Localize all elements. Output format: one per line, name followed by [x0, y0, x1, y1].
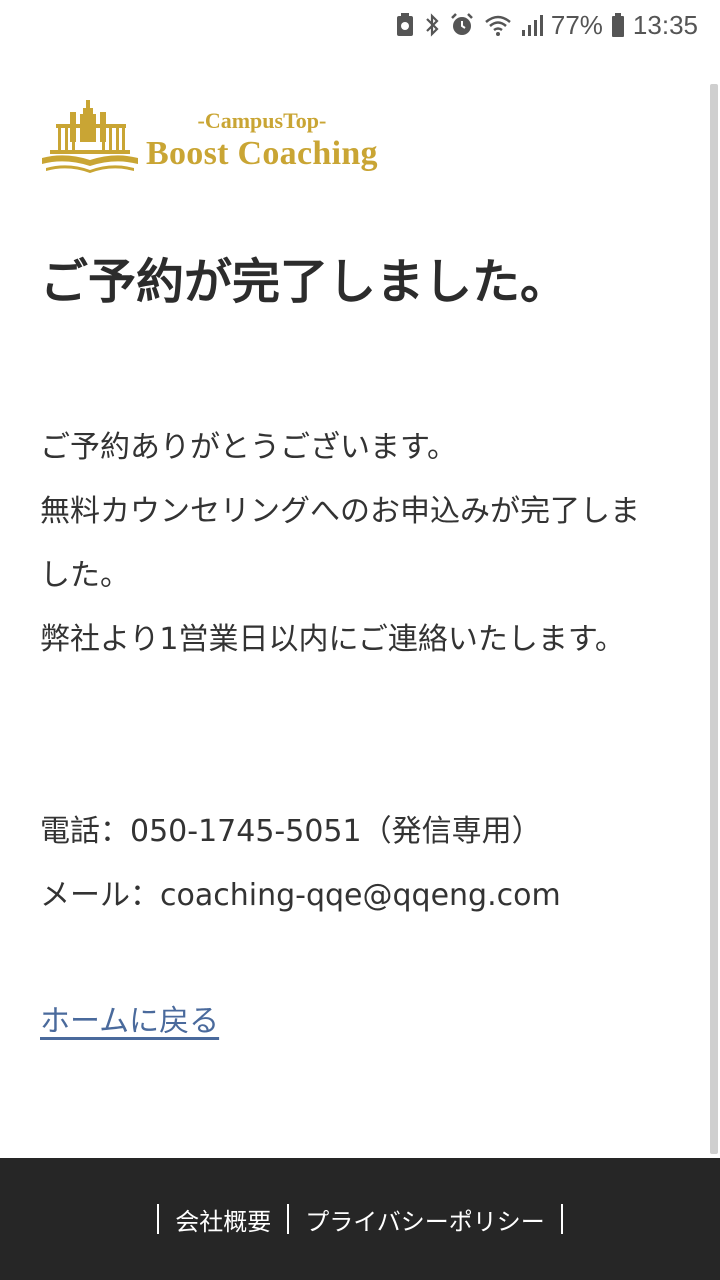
cell-signal-icon — [521, 12, 543, 38]
clock: 13:35 — [632, 9, 698, 40]
footer-nav: 会社概要 プライバシーポリシー — [157, 1202, 563, 1237]
wifi-icon — [483, 12, 513, 38]
scrollbar[interactable] — [710, 84, 718, 1154]
footer-link-company[interactable]: 会社概要 — [159, 1202, 287, 1237]
brand-name: Boost Coaching — [146, 135, 378, 172]
contact-info: 電話：050-1745-5051（発信専用） メール：coaching-qqe@… — [40, 800, 680, 928]
confirmation-message: ご予約ありがとうございます。 無料カウンセリングへのお申込みが完了しました。 弊… — [40, 416, 660, 672]
recycle-notification-icon — [395, 12, 415, 38]
battery-percent: 77% — [550, 9, 603, 40]
footer-link-privacy[interactable]: プライバシーポリシー — [289, 1202, 561, 1237]
status-bar: 77% 13:35 — [0, 0, 720, 50]
message-line-thanks: ご予約ありがとうございます。 — [40, 430, 457, 465]
message-line-complete: 無料カウンセリングへのお申込みが完了しました。 — [40, 494, 640, 593]
alarm-icon — [449, 12, 475, 38]
page-content: -CampusTop- Boost Coaching ご予約が完了しました。 ご… — [0, 50, 710, 1158]
battery-icon — [611, 12, 625, 38]
building-book-icon — [42, 100, 138, 173]
contact-phone: 電話：050-1745-5051（発信専用） — [40, 814, 542, 849]
back-to-home-link[interactable]: ホームに戻る — [40, 990, 219, 1054]
bluetooth-icon — [423, 12, 441, 38]
brand-logo[interactable]: -CampusTop- Boost Coaching — [40, 84, 410, 174]
message-line-contact-notice: 弊社より1営業日以内にご連絡いたします。 — [40, 622, 625, 657]
contact-email: メール：coaching-qqe@qqeng.com — [40, 878, 561, 913]
footer: 会社概要 プライバシーポリシー — [0, 1158, 720, 1280]
footer-divider — [560, 1204, 563, 1234]
page-title: ご予約が完了しました。 — [40, 254, 569, 310]
brand-subtitle: -CampusTop- — [197, 108, 327, 133]
